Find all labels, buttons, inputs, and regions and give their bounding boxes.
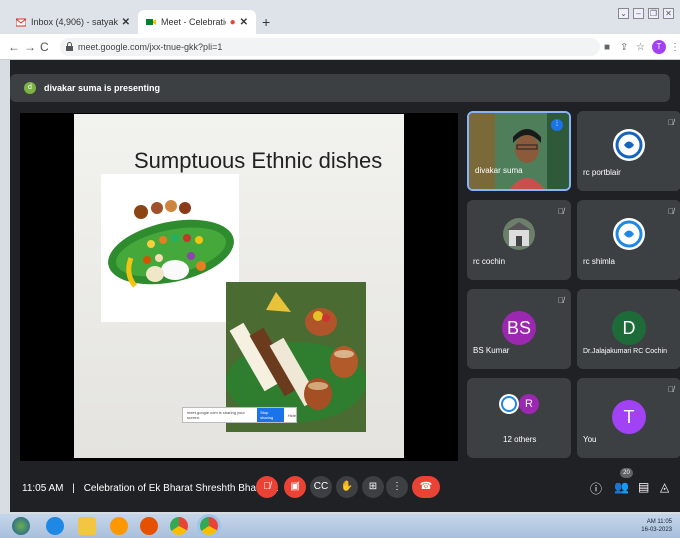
share-notice-text: meet.google.com is sharing your screen. — [187, 410, 245, 420]
initials-avatar: D — [612, 311, 646, 345]
chevron-down-icon[interactable]: ⌄ — [618, 8, 629, 19]
building-photo-avatar — [503, 218, 535, 250]
chrome-active-icon[interactable] — [200, 517, 218, 535]
back-icon[interactable]: ← — [8, 40, 20, 54]
participant-tile-rc-cochin[interactable]: 🎙̸ rc cochin — [467, 200, 571, 280]
mic-off-icon: 🎙̸ — [558, 207, 564, 216]
meeting-info: 11:05 AM | Celebration of Ek Bharat Shre… — [22, 483, 279, 494]
tab-inbox[interactable]: Inbox (4,906) - satyakeerthythom ✕ — [8, 10, 138, 34]
ignou-logo-avatar — [499, 394, 519, 414]
tab-inbox-label: Inbox (4,906) - satyakeerthythom — [31, 17, 118, 27]
present-button[interactable]: ⊞ — [362, 476, 384, 498]
profile-avatar[interactable]: T — [652, 40, 666, 54]
taskbar-time: AM 11:05 — [646, 519, 672, 525]
separator: | — [72, 483, 75, 494]
chrome-icon[interactable] — [170, 517, 188, 535]
presentation-slide: Sumptuous Ethnic dishes meet.google.com … — [74, 114, 404, 458]
meet-icon — [146, 19, 156, 25]
leave-call-button[interactable]: ☎ — [412, 476, 440, 498]
new-tab-button[interactable]: + — [262, 14, 270, 30]
forward-icon[interactable]: → — [24, 40, 36, 54]
participant-name: divakar suma — [475, 166, 523, 175]
presenting-text: divakar suma is presenting — [44, 83, 161, 93]
close-tab-icon[interactable]: ✕ — [240, 17, 248, 28]
presenter-avatar: d — [24, 82, 36, 94]
people-icon[interactable]: 👥 — [614, 480, 629, 494]
restore-icon[interactable]: ❐ — [648, 8, 659, 19]
windows-taskbar: AM 11:05 16-03-2023 — [0, 514, 680, 538]
meeting-time: 11:05 AM — [22, 483, 64, 494]
gmail-icon — [16, 18, 26, 27]
hide-button[interactable]: Hide — [288, 413, 296, 418]
menu-dots-icon[interactable]: ⋮ — [670, 42, 680, 53]
participant-count-badge: 20 — [620, 468, 633, 478]
mic-off-icon: 🎙̸ — [558, 296, 564, 305]
initials-avatar: R — [519, 394, 539, 414]
browser-tab-strip: Inbox (4,906) - satyakeerthythom ✕ Meet … — [0, 0, 680, 34]
speaking-indicator-icon: ⁞ — [551, 119, 563, 131]
recording-dot-icon: ● — [229, 16, 236, 28]
meeting-title: Celebration of Ek Bharat Shreshth Bharat… — [83, 483, 279, 494]
mic-off-icon: 🎙̸ — [668, 118, 674, 127]
activities-icon[interactable]: ◬ — [660, 480, 669, 494]
info-icon[interactable]: ⓘ — [590, 480, 602, 497]
tab-meet-label: Meet - Celebration of Ek Bh — [161, 17, 226, 27]
participant-name: Dr.Jalajakumari RC Cochin — [583, 348, 668, 355]
mic-off-icon: 🎙̸ — [668, 207, 674, 216]
presenting-banner: d divakar suma is presenting — [10, 74, 670, 102]
participant-tile-bs-kumar[interactable]: 🎙̸ BS BS Kumar — [467, 289, 571, 369]
initials-avatar: T — [612, 400, 646, 434]
url-text: meet.google.com/jxx-tnue-gkk?pli=1 — [78, 42, 223, 52]
participant-tile-dr-jalajakumari[interactable]: D Dr.Jalajakumari RC Cochin — [577, 289, 680, 369]
participant-name: rc cochin — [473, 257, 506, 266]
chat-icon[interactable]: ▤ — [638, 480, 649, 494]
participant-tile-rc-shimla[interactable]: 🎙̸ rc shimla — [577, 200, 680, 280]
bookmark-star-icon[interactable]: ☆ — [636, 42, 645, 53]
ignou-logo-avatar — [613, 218, 645, 250]
camera-indicator-icon[interactable]: ■ — [604, 42, 610, 53]
captions-button[interactable]: CC — [310, 476, 332, 498]
share-icon[interactable]: ⇪ — [620, 42, 628, 53]
participant-name: BS Kumar — [473, 346, 510, 355]
participant-tile-others[interactable]: R 12 others — [467, 378, 571, 458]
window-controls: ⌄ – ❐ ✕ — [618, 8, 674, 19]
start-button-icon[interactable] — [12, 517, 30, 535]
file-explorer-icon[interactable] — [78, 517, 96, 535]
mic-toggle-button[interactable]: 🎙̸ — [256, 476, 278, 498]
participant-name: rc shimla — [583, 257, 616, 266]
participant-tile-divakar-suma[interactable]: ⁞ divakar suma — [467, 111, 571, 191]
participant-name: You — [583, 435, 597, 444]
mic-off-icon: 🎙̸ — [668, 385, 674, 394]
more-options-button[interactable]: ⋮ — [386, 476, 408, 498]
media-player-icon[interactable] — [110, 517, 128, 535]
participant-tile-rc-portblair[interactable]: 🎙̸ rc portblair — [577, 111, 680, 191]
close-tab-icon[interactable]: ✕ — [122, 17, 130, 28]
initials-avatar: BS — [502, 311, 536, 345]
taskbar-date: 16-03-2023 — [641, 527, 672, 533]
participant-name: rc portblair — [583, 168, 621, 177]
close-window-icon[interactable]: ✕ — [663, 8, 674, 19]
ignou-logo-avatar — [613, 129, 645, 161]
system-tray-clock[interactable]: AM 11:05 16-03-2023 — [641, 518, 672, 534]
screen-share-notice: meet.google.com is sharing your screen. … — [182, 407, 297, 423]
slide-title: Sumptuous Ethnic dishes — [134, 148, 383, 173]
participant-tile-you[interactable]: 🎙̸ T You — [577, 378, 680, 458]
lock-icon — [66, 42, 73, 51]
firefox-icon[interactable] — [140, 517, 158, 535]
tab-meet[interactable]: Meet - Celebration of Ek Bh ● ✕ — [138, 10, 256, 34]
banana-leaf-meal-image — [101, 174, 239, 322]
internet-explorer-icon[interactable] — [46, 517, 64, 535]
url-field[interactable]: meet.google.com/jxx-tnue-gkk?pli=1 — [60, 38, 600, 56]
camera-toggle-button[interactable]: ▣̸ — [284, 476, 306, 498]
stop-sharing-button[interactable]: Stop sharing — [257, 408, 284, 422]
reload-icon[interactable]: C — [40, 40, 49, 54]
raise-hand-button[interactable]: ✋ — [336, 476, 358, 498]
address-bar: ← → C meet.google.com/jxx-tnue-gkk?pli=1… — [0, 34, 680, 60]
participant-name: 12 others — [503, 435, 537, 444]
minimize-icon[interactable]: – — [633, 8, 644, 19]
